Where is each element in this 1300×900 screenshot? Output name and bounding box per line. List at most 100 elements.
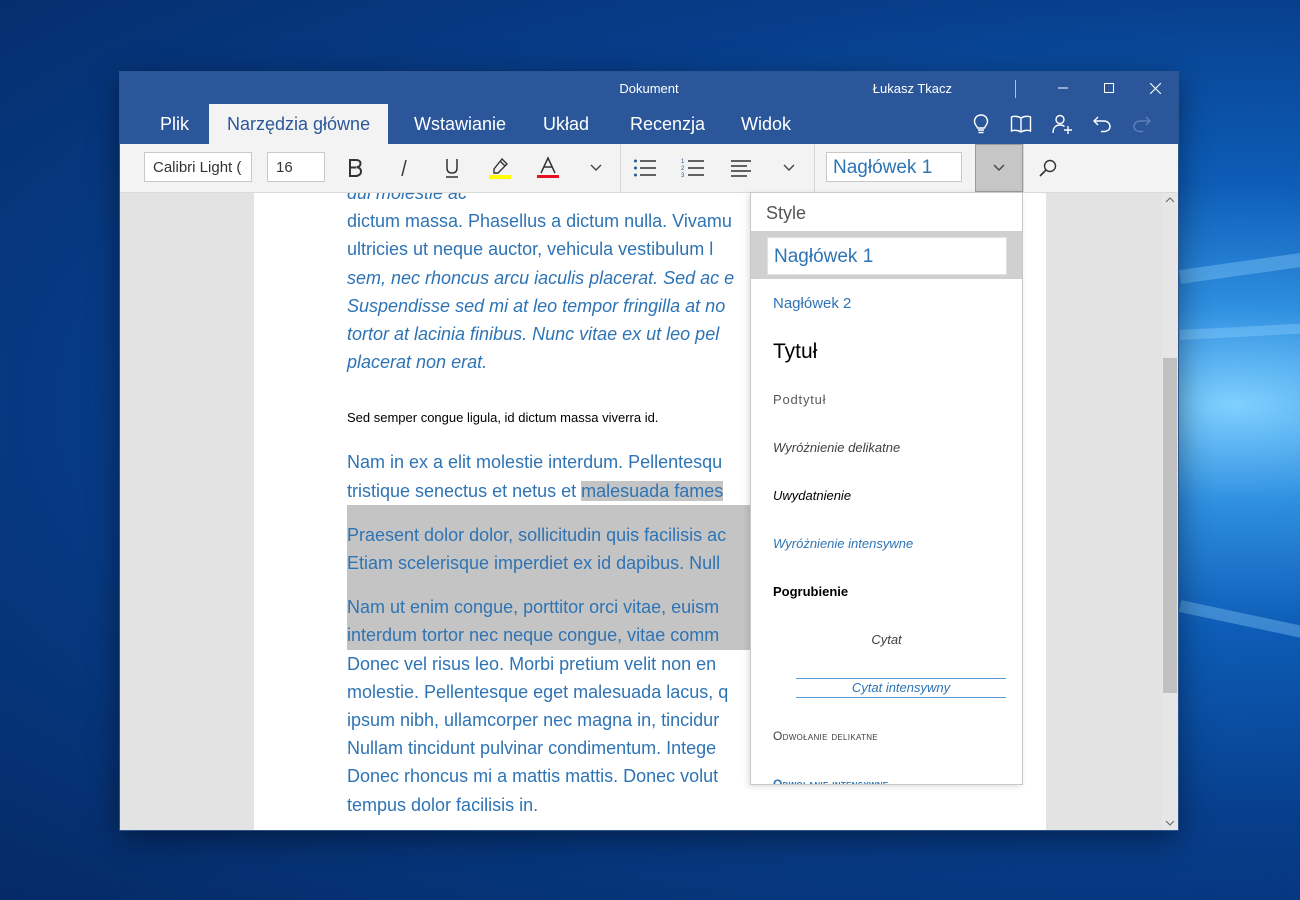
toolbar-divider [814, 144, 815, 192]
style-item-emphasis[interactable]: Uwydatnienie [751, 472, 1022, 520]
document-title: Dokument [619, 81, 679, 96]
italic-icon [401, 159, 407, 177]
paragraph-1: dictum massa. Phasellus a dictum nulla. … [347, 207, 807, 376]
text-selection: malesuada fames [581, 480, 724, 501]
bold-button[interactable] [339, 152, 371, 184]
maximize-icon [1104, 83, 1114, 93]
tab-home[interactable]: Narzędzia główne [209, 104, 389, 144]
style-item-heading-2[interactable]: Nagłówek 2 [751, 280, 1022, 328]
search-icon [1039, 159, 1057, 177]
text-line: Suspendisse sed mi at leo tempor fringil… [347, 295, 726, 316]
font-size-field[interactable]: 16 [267, 152, 325, 182]
text-line: Nullam tincidunt pulvinar condimentum. I… [347, 738, 717, 759]
scrollbar-thumb[interactable] [1163, 358, 1177, 693]
paragraph-more-button[interactable] [773, 152, 805, 184]
text-line: tortor at lacinia finibus. Nunc vitae ex… [347, 324, 720, 345]
desktop-light-beam [1178, 600, 1300, 654]
numbered-list-icon: 123 [681, 159, 704, 179]
desktop-light-beam [1179, 242, 1300, 284]
style-item-strong[interactable]: Pogrubienie [751, 568, 1022, 616]
svg-text:1: 1 [681, 159, 685, 165]
font-color-button[interactable] [532, 152, 564, 184]
style-item-quote[interactable]: Cytat [751, 616, 1022, 664]
style-item-intense-quote[interactable]: Cytat intensywny [751, 664, 1022, 712]
document-body[interactable]: dui molestie ac dictum massa. Phasellus … [347, 193, 807, 819]
style-item-subtle-emphasis[interactable]: Wyróżnienie delikatne [751, 424, 1022, 472]
style-item-intense-emphasis[interactable]: Wyróżnienie intensywne [751, 520, 1022, 568]
toolbar-divider [620, 144, 621, 192]
style-item-label: Cytat intensywny [796, 678, 1006, 698]
text-line: tristique senectus et netus et malesuada… [347, 477, 807, 505]
text-line: Sed semper congue ligula, id dictum mass… [347, 410, 659, 426]
current-style-field[interactable]: Nagłówek 1 [826, 152, 962, 182]
font-more-button[interactable] [580, 152, 612, 184]
numbering-button[interactable]: 123 [677, 152, 709, 184]
close-button[interactable] [1132, 72, 1178, 104]
text-unselected: tristique senectus et netus et [347, 480, 582, 501]
tab-layout[interactable]: Układ [525, 104, 607, 144]
text-line: dictum massa. Phasellus a dictum nulla. … [347, 211, 732, 232]
italic-button[interactable] [388, 152, 420, 184]
align-left-icon [731, 160, 751, 177]
undo-icon[interactable] [1090, 112, 1114, 136]
font-name-field[interactable]: Calibri Light ( [144, 152, 252, 182]
tab-file[interactable]: Plik [142, 104, 207, 144]
toolbar-divider [1023, 144, 1024, 192]
chevron-down-icon [783, 164, 795, 171]
style-item-subtle-reference[interactable]: Odwołanie delikatne [751, 712, 1022, 760]
text-line: Praesent dolor dolor, sollicitudin quis … [347, 524, 727, 545]
tab-review[interactable]: Recenzja [612, 104, 723, 144]
scroll-up-icon[interactable] [1165, 197, 1175, 203]
text-line: Nam ut enim congue, porttitor orci vitae… [347, 597, 720, 618]
style-item-label: Nagłówek 1 [767, 237, 1007, 275]
tab-insert[interactable]: Wstawianie [396, 104, 524, 144]
text-line: placerat non erat. [347, 352, 488, 373]
text-line: interdum tortor nec neque congue, vitae … [347, 625, 720, 646]
tab-view[interactable]: Widok [723, 104, 809, 144]
chevron-down-icon [993, 164, 1005, 171]
home-toolbar: Calibri Light ( 16 123 Nagłówek 1 [120, 144, 1178, 193]
book-icon[interactable] [1009, 112, 1033, 136]
styles-gallery-panel: Style Nagłówek 1 Nagłówek 2 Tytuł Podtyt… [750, 192, 1023, 785]
underline-button[interactable] [436, 152, 468, 184]
styles-dropdown-button[interactable] [975, 144, 1023, 192]
style-item-intense-reference[interactable]: Odwołanie intensywne [751, 760, 1022, 784]
minimize-icon [1058, 87, 1068, 89]
highlighter-icon [489, 157, 511, 179]
font-color-icon [537, 156, 559, 178]
user-name[interactable]: Łukasz Tkacz [873, 81, 952, 96]
desktop-light-beam [1179, 319, 1300, 340]
svg-text:3: 3 [681, 173, 685, 179]
paragraph-4-selected: Nam ut enim congue, porttitor orci vitae… [347, 593, 807, 650]
title-bar: Dokument Łukasz Tkacz [120, 72, 1178, 104]
redo-icon[interactable] [1130, 112, 1154, 136]
find-button[interactable] [1032, 152, 1064, 184]
align-button[interactable] [725, 152, 757, 184]
bold-icon [349, 159, 363, 177]
style-item-heading-1[interactable]: Nagłówek 1 [751, 231, 1022, 279]
underline-icon [446, 159, 458, 178]
style-item-subtitle[interactable]: Podtytuł [751, 376, 1022, 424]
paragraph-3-selected: Praesent dolor dolor, sollicitudin quis … [347, 504, 807, 594]
highlight-color-button[interactable] [484, 152, 516, 184]
svg-text:2: 2 [681, 166, 685, 172]
paragraph-4: Nam ut enim congue, porttitor orci vitae… [347, 593, 807, 819]
lightbulb-icon[interactable] [969, 112, 993, 136]
panel-title: Style [766, 203, 807, 223]
word-window: Dokument Łukasz Tkacz Plik Narzędzia głó… [120, 72, 1178, 830]
minimize-button[interactable] [1040, 72, 1086, 104]
share-person-icon[interactable] [1050, 112, 1074, 136]
bullets-button[interactable] [629, 152, 661, 184]
text-line: Donec rhoncus mi a mattis mattis. Donec … [347, 766, 719, 787]
scroll-down-icon[interactable] [1165, 820, 1175, 826]
close-icon [1149, 82, 1161, 94]
maximize-button[interactable] [1086, 72, 1132, 104]
paragraph-2: Nam in ex a elit molestie interdum. Pell… [347, 448, 807, 504]
style-item-title[interactable]: Tytuł [751, 328, 1022, 376]
text-line: Etiam scelerisque imperdiet ex id dapibu… [347, 553, 721, 574]
text-line: sem, nec rhoncus arcu iaculis placerat. … [347, 267, 735, 288]
text-line: Nam in ex a elit molestie interdum. Pell… [347, 452, 723, 473]
ribbon-tabs: Plik Narzędzia główne Wstawianie Układ R… [120, 104, 1178, 144]
vertical-scrollbar[interactable] [1162, 193, 1178, 830]
text-line: Donec vel risus leo. Morbi pretium velit… [347, 653, 717, 674]
